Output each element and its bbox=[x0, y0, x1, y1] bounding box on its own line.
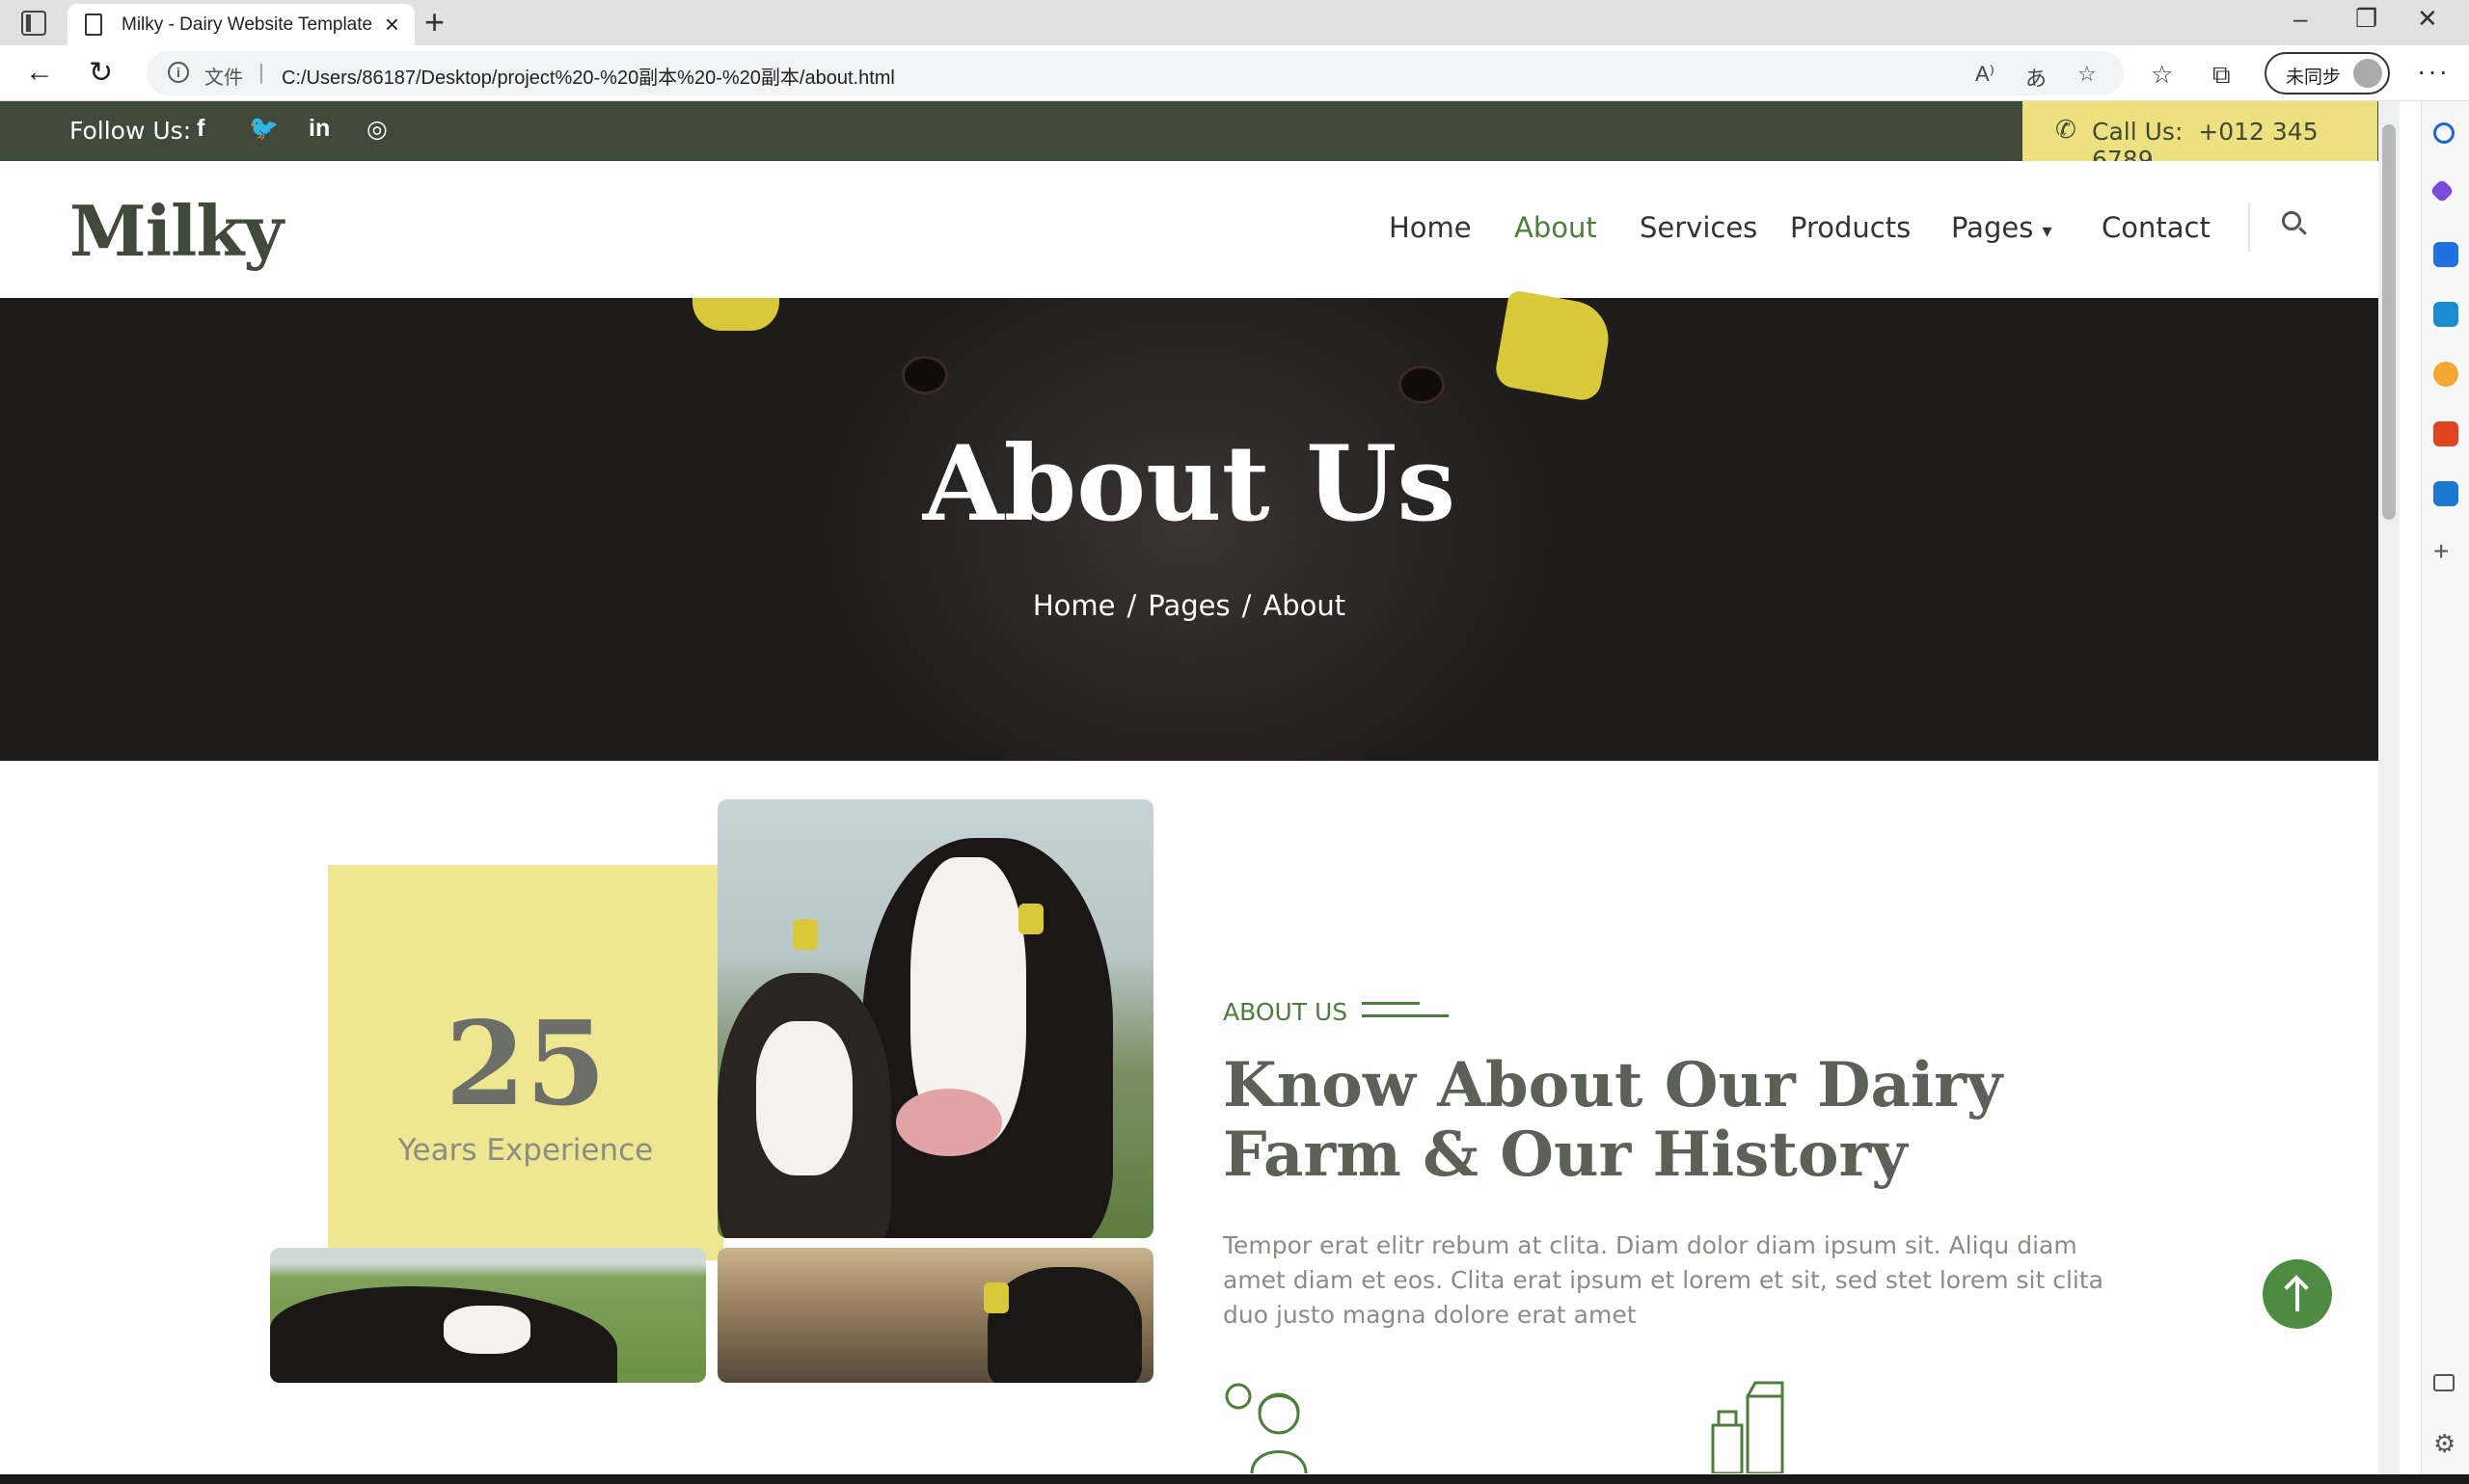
back-to-top-button[interactable] bbox=[2263, 1259, 2332, 1329]
search-icon[interactable] bbox=[2282, 211, 2301, 230]
add-icon[interactable]: + bbox=[2433, 538, 2458, 566]
sidebar-toggle-icon[interactable] bbox=[2433, 1374, 2455, 1391]
nav-pages[interactable]: Pages ▾ bbox=[1951, 211, 2052, 244]
profile-button[interactable]: 未同步 bbox=[2265, 52, 2390, 94]
nav-pages-label: Pages bbox=[1951, 211, 2034, 244]
label-line bbox=[1362, 1002, 1420, 1005]
field-cow-photo bbox=[270, 1248, 706, 1383]
address-protocol: 文件 bbox=[204, 67, 243, 89]
settings-icon[interactable]: ⚙ bbox=[2433, 1431, 2458, 1457]
site-info-icon[interactable]: i bbox=[168, 62, 189, 83]
breadcrumb-about: About bbox=[1262, 589, 1346, 622]
web-page: Follow Us: f 🐦 in ◎ ✆ Call Us: +012 345 … bbox=[0, 101, 2378, 1474]
nav-products[interactable]: Products bbox=[1790, 211, 1911, 244]
breadcrumb-pages[interactable]: Pages bbox=[1148, 589, 1230, 622]
page-header-hero: About Us Home / Pages / About bbox=[0, 289, 2378, 761]
minimize-icon[interactable]: – bbox=[2293, 4, 2307, 34]
avatar bbox=[2353, 59, 2382, 88]
page-icon bbox=[85, 13, 102, 36]
nav-contact[interactable]: Contact bbox=[2102, 211, 2211, 244]
restore-icon[interactable]: ❐ bbox=[2355, 4, 2377, 34]
ear-tag bbox=[984, 1282, 1009, 1313]
nav-services[interactable]: Services bbox=[1640, 211, 1757, 244]
about-paragraph: Tempor erat elitr rebum at clita. Diam d… bbox=[1223, 1231, 2103, 1329]
copilot-icon[interactable] bbox=[2429, 178, 2455, 203]
address-url[interactable]: C:/Users/86187/Desktop/project%20-%20副本%… bbox=[282, 62, 895, 90]
address-separator: | bbox=[258, 60, 264, 84]
close-tab-icon[interactable]: × bbox=[385, 10, 399, 40]
cow-eye-left bbox=[902, 356, 948, 394]
breadcrumb-home[interactable]: Home bbox=[1033, 589, 1116, 622]
barn-cows-photo bbox=[718, 1248, 1153, 1383]
favorite-add-icon[interactable]: ☆ bbox=[2077, 62, 2097, 87]
section-label: ABOUT US bbox=[1223, 998, 1348, 1026]
ear-tag-right bbox=[1493, 289, 1614, 403]
label-line bbox=[1362, 1014, 1449, 1017]
breadcrumb: Home / Pages / About bbox=[0, 589, 2378, 622]
cow-photo bbox=[718, 799, 1153, 1238]
favorites-icon[interactable]: ☆ bbox=[2151, 60, 2173, 90]
browser-toolbar: ← ↻ i 文件 | C:/Users/86187/Desktop/projec… bbox=[0, 45, 2469, 101]
experience-number: 25 bbox=[445, 996, 607, 1132]
profile-label: 未同步 bbox=[2286, 67, 2342, 88]
taskbar-edge bbox=[0, 1474, 2469, 1484]
about-heading: Know About Our Dairy Farm & Our History bbox=[1223, 1049, 2003, 1191]
nav-home[interactable]: Home bbox=[1389, 211, 1472, 244]
tab-actions-icon[interactable] bbox=[21, 11, 46, 36]
cow-patch bbox=[444, 1306, 530, 1354]
page-title: About Us bbox=[922, 423, 1456, 545]
breadcrumb-separator: / bbox=[1241, 589, 1252, 622]
top-info-bar: Follow Us: f 🐦 in ◎ ✆ Call Us: +012 345 … bbox=[0, 101, 2378, 174]
call-box[interactable]: ✆ Call Us: +012 345 6789 bbox=[2022, 101, 2377, 174]
cow-nose bbox=[896, 1089, 1002, 1156]
reload-icon[interactable]: ↻ bbox=[89, 56, 113, 90]
cow-eye-right bbox=[1398, 365, 1445, 404]
new-tab-icon[interactable]: + bbox=[424, 2, 445, 42]
phone-icon: ✆ bbox=[2055, 115, 2076, 144]
collections-icon[interactable]: ⧉ bbox=[2212, 60, 2231, 91]
instagram-icon[interactable]: ◎ bbox=[366, 115, 388, 144]
back-icon[interactable]: ← bbox=[25, 56, 54, 89]
linkedin-icon[interactable]: in bbox=[309, 115, 330, 143]
more-menu-icon[interactable]: ··· bbox=[2417, 56, 2450, 87]
page-scrollbar[interactable] bbox=[2378, 101, 2400, 1474]
cow-body bbox=[988, 1267, 1142, 1383]
twitter-icon[interactable]: 🐦 bbox=[249, 115, 279, 143]
tools-icon[interactable] bbox=[2433, 302, 2458, 327]
experience-label: Years Experience bbox=[397, 1133, 654, 1168]
chevron-down-icon: ▾ bbox=[2042, 219, 2052, 242]
brand-logo[interactable]: Milky bbox=[69, 190, 284, 272]
search-icon[interactable] bbox=[2433, 122, 2455, 144]
ear-tag-left bbox=[692, 298, 779, 331]
outlook-icon[interactable] bbox=[2433, 481, 2458, 506]
calf-face bbox=[756, 1021, 853, 1175]
read-aloud-icon[interactable]: A⁾ bbox=[1975, 62, 1994, 87]
tab-title: Milky - Dairy Website Template bbox=[122, 14, 373, 35]
facebook-icon[interactable]: f bbox=[197, 115, 204, 143]
support-agent-icon bbox=[1225, 1383, 1308, 1473]
address-bar[interactable]: i 文件 | C:/Users/86187/Desktop/project%20… bbox=[147, 51, 2124, 95]
follow-label: Follow Us: bbox=[69, 117, 192, 145]
browser-tab-bar: Milky - Dairy Website Template × + – ❐ ✕ bbox=[0, 0, 2469, 45]
browser-tab-active[interactable]: Milky - Dairy Website Template × bbox=[68, 4, 415, 45]
nav-about[interactable]: About bbox=[1514, 211, 1597, 244]
office-icon[interactable] bbox=[2433, 421, 2458, 446]
call-label: Call Us: bbox=[2092, 118, 2184, 146]
ear-tag bbox=[1018, 904, 1044, 934]
close-window-icon[interactable]: ✕ bbox=[2417, 4, 2438, 34]
dairy-products-icon bbox=[1711, 1381, 1784, 1473]
nav-divider bbox=[2248, 203, 2250, 252]
breadcrumb-separator: / bbox=[1126, 589, 1137, 622]
games-icon[interactable] bbox=[2433, 362, 2458, 387]
scrollbar-thumb[interactable] bbox=[2382, 124, 2396, 520]
translate-icon[interactable]: あ bbox=[2025, 62, 2047, 93]
browser-sidebar: + ⚙ bbox=[2421, 101, 2469, 1484]
ear-tag bbox=[793, 919, 818, 950]
shopping-icon[interactable] bbox=[2433, 242, 2458, 267]
main-navbar: Milky Home About Services Products Pages… bbox=[0, 161, 2378, 298]
